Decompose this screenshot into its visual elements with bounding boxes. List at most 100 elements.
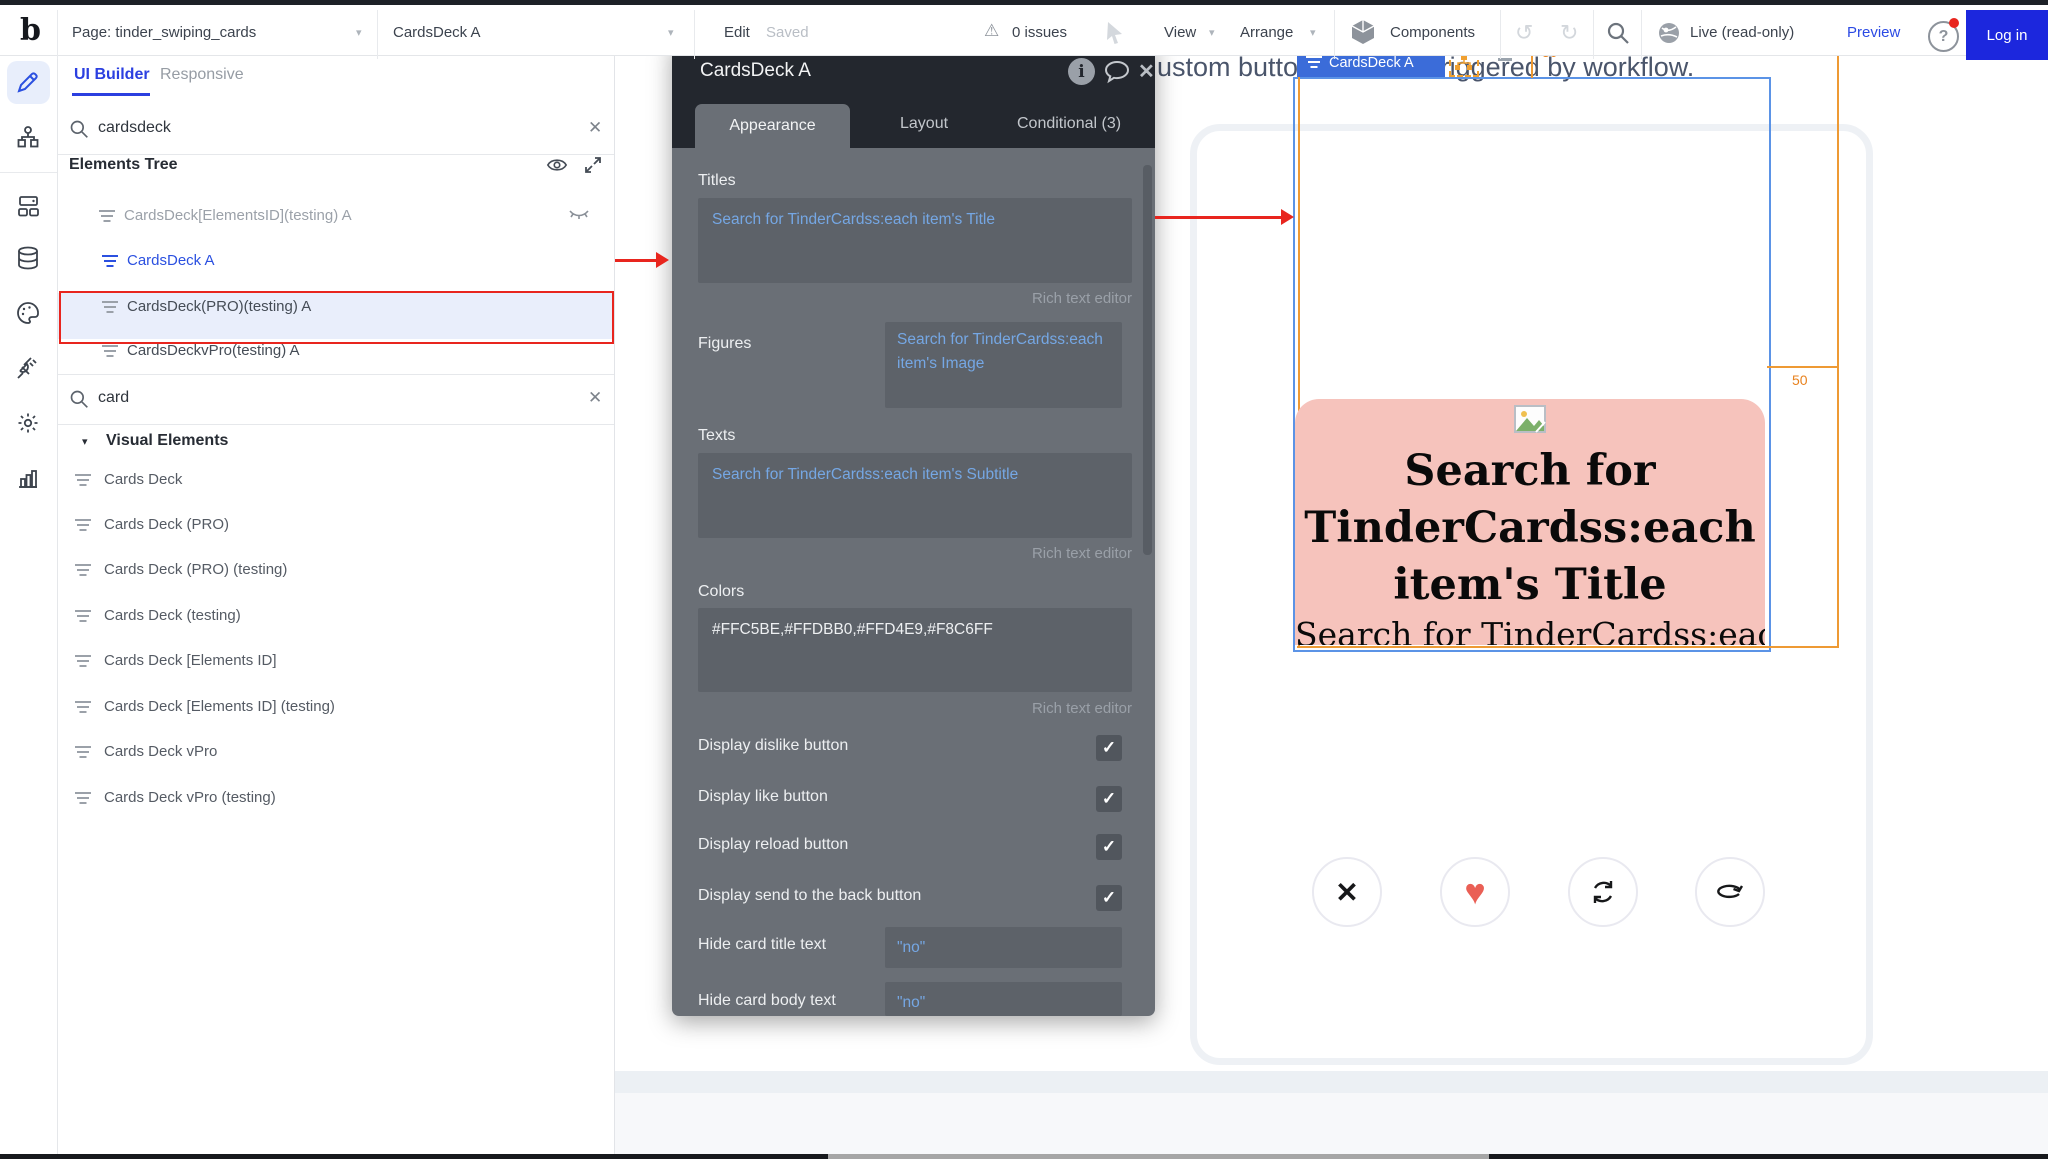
cards-deck-icon xyxy=(74,792,92,806)
visual-element-label[interactable]: Cards Deck [Elements ID] (testing) xyxy=(104,698,335,715)
view-menu[interactable]: View xyxy=(1164,24,1196,41)
visual-element-label[interactable]: Cards Deck [Elements ID] xyxy=(104,652,277,669)
library-search-row: card ✕ xyxy=(57,375,614,425)
expand-icon[interactable] xyxy=(584,156,602,174)
like-button[interactable]: ♥ xyxy=(1440,857,1510,927)
cards-deck-icon xyxy=(74,746,92,760)
reload-checkbox[interactable]: ✓ xyxy=(1096,834,1122,860)
active-tab-underline xyxy=(72,93,150,96)
chevron-down-icon[interactable]: ▾ xyxy=(1209,26,1215,39)
hide-title-field[interactable]: "no" xyxy=(885,927,1122,968)
hidden-eye-icon[interactable] xyxy=(569,207,589,221)
visual-element-label[interactable]: Cards Deck vPro xyxy=(104,743,217,760)
collapse-caret-icon[interactable]: ▾ xyxy=(82,435,88,448)
element-selector[interactable]: CardsDeck A xyxy=(393,24,481,41)
rich-text-editor-link[interactable]: Rich text editor xyxy=(698,290,1132,307)
canvas-footer-area xyxy=(614,1093,2048,1154)
arrange-menu[interactable]: Arrange xyxy=(1240,24,1293,41)
globe-icon xyxy=(1658,22,1680,44)
colors-label: Colors xyxy=(698,583,744,601)
edit-menu[interactable]: Edit xyxy=(724,24,750,41)
reusable-elements-icon[interactable] xyxy=(16,194,40,218)
components-menu[interactable]: Components xyxy=(1390,24,1475,41)
left-toolbar xyxy=(0,55,58,1154)
tab-appearance[interactable]: Appearance xyxy=(695,104,850,148)
cards-deck-icon xyxy=(74,474,92,488)
info-icon[interactable]: i xyxy=(1068,58,1095,85)
chevron-down-icon[interactable]: ▾ xyxy=(356,26,362,39)
divider xyxy=(1641,10,1642,59)
checkbox-label: Display send to the back button xyxy=(698,887,921,905)
visual-element-label[interactable]: Cards Deck (PRO) xyxy=(104,516,229,533)
preview-link[interactable]: Preview xyxy=(1847,24,1900,41)
comment-bubble-icon[interactable] xyxy=(1104,60,1130,84)
plugins-icon[interactable] xyxy=(16,356,40,380)
dislike-checkbox[interactable]: ✓ xyxy=(1096,735,1122,761)
issues-counter[interactable]: 0 issues xyxy=(1012,24,1067,41)
undo-icon[interactable]: ↺ xyxy=(1515,20,1533,46)
styles-palette-icon[interactable] xyxy=(16,301,40,325)
logs-chart-icon[interactable] xyxy=(16,466,40,490)
panel-scrollbar-thumb[interactable] xyxy=(1143,165,1152,555)
visual-element-label[interactable]: Cards Deck (PRO) (testing) xyxy=(104,561,287,578)
tab-ui-builder[interactable]: UI Builder xyxy=(74,66,150,84)
tab-conditional[interactable]: Conditional (3) xyxy=(1017,115,1121,133)
workflow-icon[interactable] xyxy=(16,125,40,149)
titles-field[interactable]: Search for TinderCardss:each item's Titl… xyxy=(698,198,1132,283)
chevron-down-icon[interactable]: ▾ xyxy=(1310,26,1316,39)
cursor-tool-icon[interactable] xyxy=(1104,21,1126,45)
search-icon xyxy=(69,119,89,139)
like-checkbox[interactable]: ✓ xyxy=(1096,786,1122,812)
eye-icon[interactable] xyxy=(546,156,568,174)
login-button[interactable]: Log in xyxy=(1966,10,2048,60)
check-icon: ✓ xyxy=(1102,738,1116,758)
divider xyxy=(694,10,695,59)
texts-field[interactable]: Search for TinderCardss:each item's Subt… xyxy=(698,453,1132,538)
app-window: ustom buttons that are triggered by work… xyxy=(0,0,2048,1159)
visual-element-label[interactable]: Cards Deck vPro (testing) xyxy=(104,789,276,806)
tab-layout[interactable]: Layout xyxy=(900,115,948,133)
visual-element-label[interactable]: Cards Deck xyxy=(104,471,182,488)
x-icon: ✕ xyxy=(1335,876,1358,909)
elements-tree-title: Elements Tree xyxy=(69,156,178,174)
tree-item-label[interactable]: CardsDeck A xyxy=(127,252,215,269)
divider xyxy=(377,10,378,59)
rich-text-editor-link[interactable]: Rich text editor xyxy=(698,545,1132,562)
rich-text-editor-link[interactable]: Rich text editor xyxy=(698,700,1132,717)
figures-field[interactable]: Search for TinderCardss:each item's Imag… xyxy=(885,322,1122,408)
bubble-logo[interactable]: b xyxy=(20,13,41,48)
horizontal-scrollbar-thumb[interactable] xyxy=(828,1154,1489,1159)
dislike-button[interactable]: ✕ xyxy=(1312,857,1382,927)
check-icon: ✓ xyxy=(1102,888,1116,908)
clear-search-icon[interactable]: ✕ xyxy=(588,388,602,408)
visual-element-label[interactable]: Cards Deck (testing) xyxy=(104,607,241,624)
cards-deck-icon xyxy=(74,564,92,578)
send-to-back-checkbox[interactable]: ✓ xyxy=(1096,885,1122,911)
annotation-arrowhead xyxy=(656,252,669,268)
page-selector[interactable]: Page: tinder_swiping_cards xyxy=(72,24,256,41)
colors-field[interactable]: #FFC5BE,#FFDBB0,#FFD4E9,#F8C6FF xyxy=(698,608,1132,692)
library-search-input[interactable]: card xyxy=(98,389,129,407)
visual-elements-title[interactable]: Visual Elements xyxy=(106,432,228,450)
search-icon xyxy=(69,389,89,409)
design-pencil-icon[interactable] xyxy=(16,70,40,94)
sitemap-icon xyxy=(1455,55,1473,71)
database-icon[interactable] xyxy=(16,246,40,272)
reload-icon xyxy=(1589,878,1617,906)
chevron-down-icon[interactable]: ▾ xyxy=(668,26,674,39)
search-icon[interactable] xyxy=(1606,21,1630,45)
hide-body-field[interactable]: "no" xyxy=(885,982,1122,1016)
settings-gear-icon[interactable] xyxy=(16,411,40,435)
elements-search-input[interactable]: cardsdeck xyxy=(98,119,171,137)
live-status[interactable]: Live (read-only) xyxy=(1690,24,1794,41)
close-icon[interactable]: ✕ xyxy=(1138,59,1155,84)
property-editor-title: CardsDeck A xyxy=(700,60,811,82)
tree-item-label[interactable]: CardsDeck[ElementsID](testing) A xyxy=(124,207,352,224)
send-to-back-button[interactable] xyxy=(1695,857,1765,927)
redo-icon[interactable]: ↻ xyxy=(1560,20,1578,46)
tab-responsive[interactable]: Responsive xyxy=(160,66,244,84)
clear-search-icon[interactable]: ✕ xyxy=(588,118,602,138)
reload-button[interactable] xyxy=(1568,857,1638,927)
tree-item-label[interactable]: CardsDeckvPro(testing) A xyxy=(127,342,300,359)
tinder-card[interactable]: Search for TinderCardss:each item's Titl… xyxy=(1295,399,1765,645)
